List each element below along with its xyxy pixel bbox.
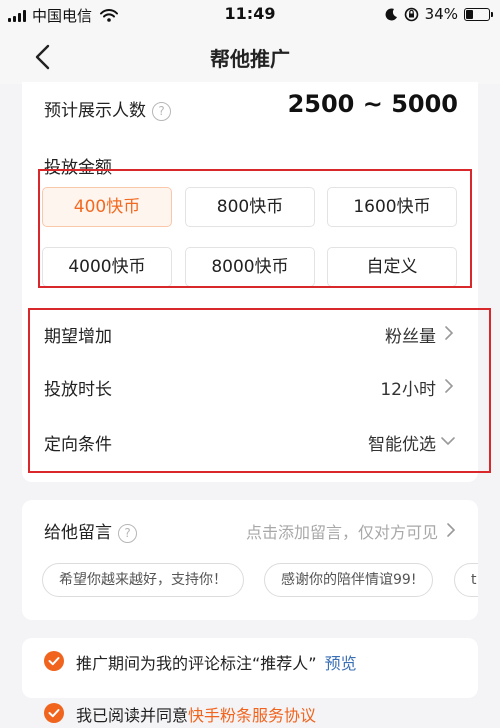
terms-link[interactable]: 快手粉条服务协议 — [188, 706, 316, 725]
suggestion-chip[interactable]: 希望你越来越好，支持你！ — [42, 563, 244, 597]
message-label: 给他留言? — [44, 518, 137, 543]
duration-row[interactable]: 投放时长 12小时 — [44, 371, 456, 401]
nav-bar: 帮他推广 — [0, 30, 500, 84]
message-card: 给他留言? 点击添加留言，仅对方可见 希望你越来越好，支持你！ 感谢你的陪伴情谊… — [22, 500, 478, 620]
battery-percent: 34% — [424, 5, 458, 23]
referrer-tag-text: 推广期间为我的评论标注“推荐人” 预览 — [76, 650, 357, 674]
amount-option-1600[interactable]: 1600快币 — [327, 187, 457, 227]
moon-icon — [385, 7, 397, 20]
preview-link[interactable]: 预览 — [325, 654, 357, 673]
chevron-right-icon — [447, 523, 456, 537]
help-icon[interactable]: ? — [118, 524, 137, 543]
estimated-reach-label: 预计展示人数? — [44, 96, 171, 121]
page-title: 帮他推广 — [210, 47, 290, 71]
referrer-tag-row: 推广期间为我的评论标注“推荐人” 预览 — [44, 648, 464, 676]
duration-value: 12小时 — [380, 380, 436, 400]
estimated-reach-row: 预计展示人数? 2500 ~ 5000 — [44, 90, 458, 130]
status-right: 34% — [385, 5, 493, 23]
estimated-reach-label-text: 预计展示人数 — [44, 101, 146, 121]
battery-icon — [464, 7, 493, 21]
suggestion-chip[interactable]: 感谢你的陪伴情谊99! — [264, 563, 434, 597]
amount-option-400[interactable]: 400快币 — [42, 187, 172, 227]
targeting-label: 定向条件 — [44, 435, 112, 455]
referrer-tag-label: 推广期间为我的评论标注“推荐人” — [76, 654, 317, 673]
terms-label: 我已阅读并同意 — [76, 706, 189, 725]
targeting-value: 智能优选 — [368, 435, 436, 455]
terms-row: 我已阅读并同意快手粉条服务协议 — [44, 700, 464, 728]
terms-text: 我已阅读并同意快手粉条服务协议 — [76, 702, 316, 726]
amount-option-800[interactable]: 800快币 — [185, 187, 315, 227]
expected-increase-row[interactable]: 期望增加 粉丝量 — [44, 318, 456, 348]
message-input[interactable]: 点击添加留言，仅对方可见 — [246, 519, 438, 543]
checkbox-checked-icon[interactable] — [44, 703, 64, 723]
amount-option-8000[interactable]: 8000快币 — [185, 247, 315, 287]
help-icon[interactable]: ? — [152, 102, 171, 121]
message-label-text: 给他留言 — [44, 523, 112, 543]
chevron-right-icon — [445, 379, 454, 393]
agreement-card: 推广期间为我的评论标注“推荐人” 预览 我已阅读并同意快手粉条服务协议 — [22, 638, 478, 725]
amount-options: 400快币 800快币 1600快币 4000快币 8000快币 自定义 — [42, 187, 458, 287]
targeting-row[interactable]: 定向条件 智能优选 — [44, 426, 456, 456]
checkbox-checked-icon[interactable] — [44, 651, 64, 671]
amount-option-custom[interactable]: 自定义 — [327, 247, 457, 287]
amount-option-4000[interactable]: 4000快币 — [42, 247, 172, 287]
duration-label: 投放时长 — [44, 380, 112, 400]
chevron-down-icon — [441, 437, 455, 446]
expected-increase-value: 粉丝量 — [385, 327, 436, 347]
status-bar: 中国电信 11:49 34% — [0, 0, 500, 30]
suggestion-chip[interactable]: t — [454, 563, 478, 597]
orientation-lock-icon — [404, 7, 418, 21]
amount-label: 投放金额 — [44, 158, 112, 178]
chevron-right-icon — [445, 326, 454, 340]
estimated-reach-value: 2500 ~ 5000 — [287, 90, 458, 118]
expected-increase-label: 期望增加 — [44, 327, 112, 347]
message-suggestions: 希望你越来越好，支持你！ 感谢你的陪伴情谊99! t — [42, 563, 478, 599]
